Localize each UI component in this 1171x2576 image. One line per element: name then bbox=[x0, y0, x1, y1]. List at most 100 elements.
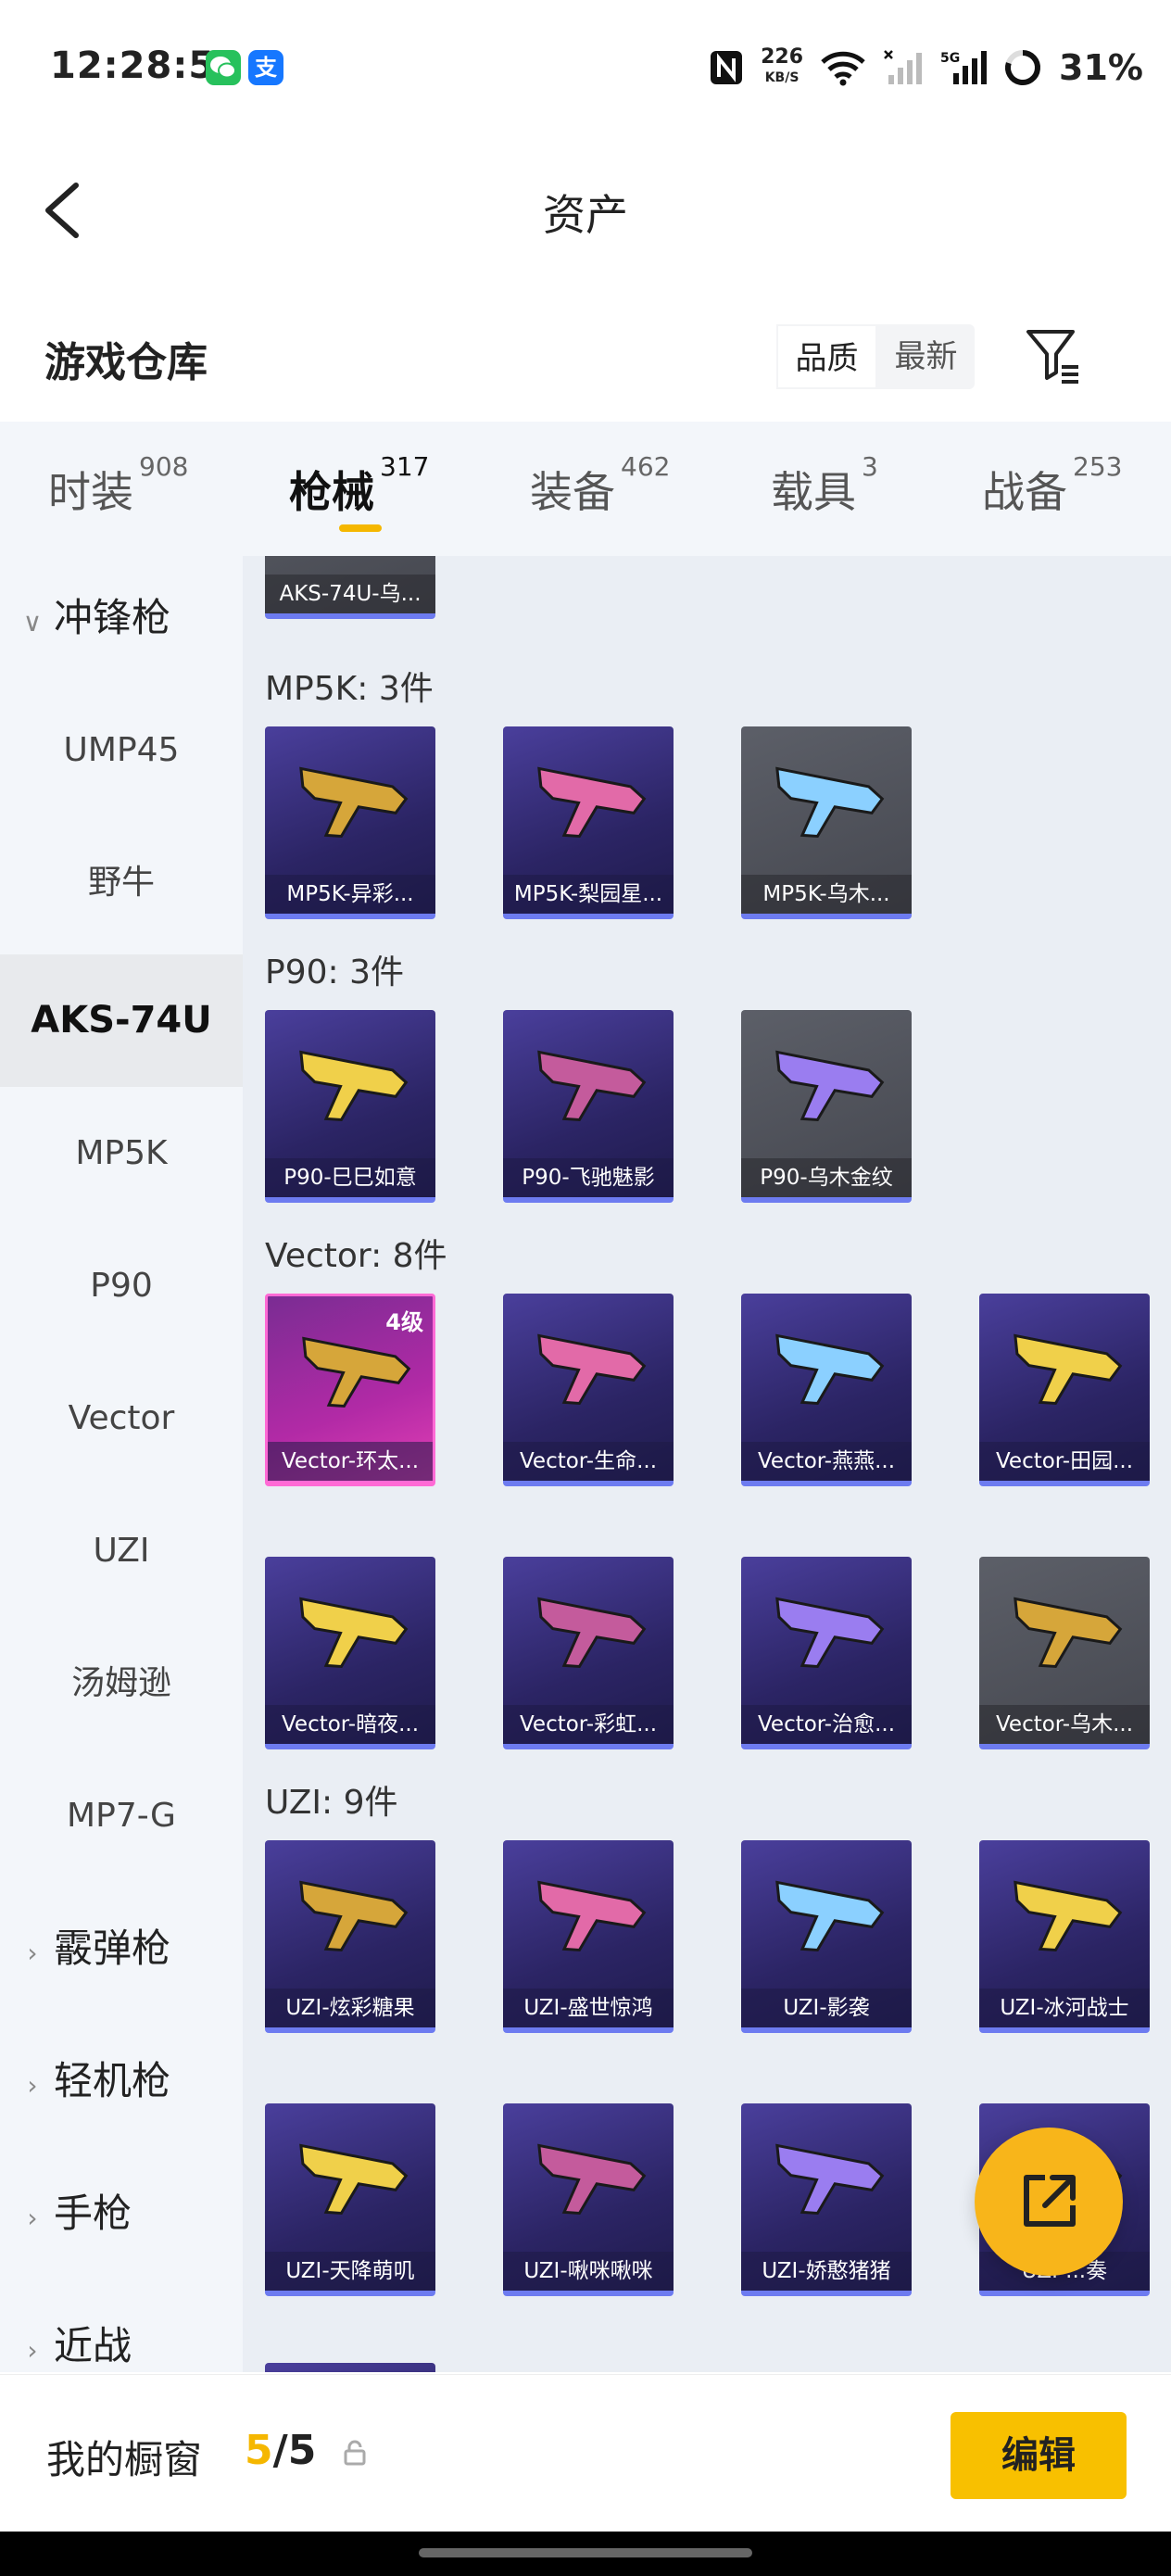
active-tab-indicator bbox=[339, 524, 382, 532]
weapon-card[interactable]: UZI-冰河战士 bbox=[979, 1840, 1150, 2033]
tab-supplies[interactable]: 战备253 bbox=[982, 451, 1122, 520]
weapon-skin-icon bbox=[299, 2143, 409, 2216]
weapon-card-label: UZI-冰河战士 bbox=[979, 1989, 1150, 2027]
network-speed: 226 KB/S bbox=[761, 45, 804, 86]
weapon-skin-icon bbox=[302, 1336, 411, 1408]
weapon-card[interactable]: Vector-燕燕... bbox=[741, 1294, 912, 1486]
weapon-skin-icon bbox=[1014, 1333, 1123, 1406]
weapon-card-label: Vector-环太... bbox=[268, 1442, 433, 1481]
weapon-card-label: MP5K-梨园星... bbox=[503, 875, 674, 914]
weapon-card[interactable]: Vector-乌木... bbox=[979, 1557, 1150, 1749]
weapon-skin-icon bbox=[537, 766, 647, 839]
category-title: UZI: 9件 bbox=[265, 1784, 398, 1822]
status-bar: 12:28:58 支 226 KB/S 5G 31% bbox=[0, 0, 1171, 130]
page-title: 资产 bbox=[543, 190, 628, 240]
sort-quality-button[interactable]: 品质 bbox=[776, 324, 877, 389]
sidebar-group-pistol[interactable]: › 手枪 bbox=[19, 2147, 132, 2279]
tab-fashion[interactable]: 时装908 bbox=[48, 451, 188, 520]
tab-firearms[interactable]: 枪械317 bbox=[289, 451, 429, 520]
tab-vehicles[interactable]: 载具3 bbox=[771, 451, 878, 520]
share-button[interactable] bbox=[975, 2128, 1123, 2276]
weapon-sidebar: ∨ 冲锋枪 UMP45 野牛 AKS-74U MP5K P90 Vector UZ… bbox=[0, 556, 243, 2372]
weapon-card[interactable]: UZI-盛世惊鸿 bbox=[503, 1840, 674, 2033]
sidebar-item-ump45[interactable]: UMP45 bbox=[0, 684, 243, 816]
weapon-card[interactable]: AKS-74U-乌... bbox=[265, 556, 435, 619]
weapon-skin-icon bbox=[537, 1333, 647, 1406]
weapon-card-label: P90-飞驰魅影 bbox=[503, 1158, 674, 1197]
nfc-icon bbox=[711, 51, 743, 84]
weapon-skin-icon bbox=[1014, 1880, 1123, 1952]
weapon-card[interactable]: MP5K-异彩... bbox=[265, 726, 435, 919]
showcase-count: 5/5 bbox=[245, 2427, 317, 2474]
weapon-skin-icon bbox=[775, 1333, 885, 1406]
weapon-card[interactable]: Vector-彩虹... bbox=[503, 1557, 674, 1749]
sort-latest-button[interactable]: 最新 bbox=[877, 324, 975, 389]
weapon-card[interactable]: P90-乌木金纹 bbox=[741, 1010, 912, 1203]
weapon-card-label: P90-巳巳如意 bbox=[265, 1158, 435, 1197]
weapon-card-label: UZI-盛世惊鸿 bbox=[503, 1989, 674, 2027]
weapon-card-label: Vector-彩虹... bbox=[503, 1705, 674, 1744]
filter-icon[interactable] bbox=[1023, 324, 1084, 385]
sidebar-item-bizon[interactable]: 野牛 bbox=[0, 816, 243, 949]
tab-equipment[interactable]: 装备462 bbox=[530, 451, 670, 520]
wechat-icon bbox=[206, 50, 241, 85]
category-tabs: 时装908 枪械317 装备462 载具3 战备253 bbox=[0, 422, 1171, 556]
edit-button[interactable]: 编辑 bbox=[951, 2412, 1127, 2499]
weapon-skin-icon bbox=[537, 1880, 647, 1952]
lock-icon bbox=[344, 2440, 366, 2466]
sidebar-item-uzi[interactable]: UZI bbox=[0, 1484, 243, 1617]
weapon-card[interactable]: Vector-治愈... bbox=[741, 1557, 912, 1749]
sidebar-item-aks74u[interactable]: AKS-74U bbox=[0, 954, 243, 1087]
sidebar-group-lmg[interactable]: › 轻机枪 bbox=[19, 2014, 170, 2147]
level-badge: 4级 bbox=[385, 1309, 423, 1335]
weapon-card[interactable]: UZI-娇憨猪猪 bbox=[741, 2103, 912, 2296]
weapon-skin-icon bbox=[299, 1597, 409, 1669]
weapon-card[interactable]: UZI-炫彩糖果 bbox=[265, 1840, 435, 2033]
app-header: 资产 bbox=[0, 130, 1171, 287]
alipay-icon: 支 bbox=[248, 50, 283, 85]
weapon-card-label: UZI-天降萌叽 bbox=[265, 2252, 435, 2291]
sidebar-item-mp5k[interactable]: MP5K bbox=[0, 1087, 243, 1219]
weapon-card[interactable]: P90-飞驰魅影 bbox=[503, 1010, 674, 1203]
battery-percent: 31% bbox=[1059, 47, 1143, 88]
sidebar-item-mp7g[interactable]: MP7-G bbox=[0, 1749, 243, 1882]
weapon-card[interactable]: UZI-啾咪啾咪 bbox=[503, 2103, 674, 2296]
sidebar-item-thompson[interactable]: 汤姆逊 bbox=[0, 1617, 243, 1749]
weapon-skin-icon bbox=[537, 1050, 647, 1122]
chevron-right-icon: › bbox=[27, 2203, 38, 2233]
weapon-card[interactable] bbox=[265, 2363, 435, 2372]
weapon-skin-icon bbox=[775, 1050, 885, 1122]
weapon-card[interactable]: UZI-天降萌叽 bbox=[265, 2103, 435, 2296]
weapon-card[interactable]: 4级 Vector-环太... bbox=[265, 1294, 435, 1486]
sort-toggle: 品质 最新 bbox=[776, 324, 975, 389]
section-title: 游戏仓库 bbox=[44, 339, 208, 386]
weapon-card-label: Vector-乌木... bbox=[979, 1705, 1150, 1744]
signal-5g-icon: 5G bbox=[940, 51, 988, 84]
battery-ring-icon bbox=[1005, 50, 1041, 85]
sidebar-item-p90[interactable]: P90 bbox=[0, 1219, 243, 1352]
showcase-label: 我的橱窗 bbox=[46, 2437, 203, 2482]
category-title: Vector: 8件 bbox=[265, 1237, 447, 1275]
weapon-card[interactable]: P90-巳巳如意 bbox=[265, 1010, 435, 1203]
category-title: P90: 3件 bbox=[265, 953, 404, 991]
category-title: MP5K: 3件 bbox=[265, 670, 434, 708]
showcase-bar: 我的橱窗 5/5 编辑 bbox=[0, 2374, 1171, 2532]
weapon-card[interactable]: MP5K-乌木... bbox=[741, 726, 912, 919]
chevron-down-icon: ∨ bbox=[22, 607, 43, 638]
home-indicator[interactable] bbox=[419, 2548, 752, 2557]
chevron-right-icon: › bbox=[27, 2070, 38, 2101]
sidebar-group-smg[interactable]: ∨ 冲锋枪 bbox=[19, 551, 170, 684]
sidebar-item-vector[interactable]: Vector bbox=[0, 1352, 243, 1484]
weapon-skin-icon bbox=[775, 1597, 885, 1669]
weapon-card[interactable]: MP5K-梨园星... bbox=[503, 726, 674, 919]
weapon-card-label: Vector-暗夜... bbox=[265, 1705, 435, 1744]
weapon-card[interactable]: Vector-生命... bbox=[503, 1294, 674, 1486]
weapon-card-label: Vector-燕燕... bbox=[741, 1442, 912, 1481]
weapon-skin-icon bbox=[299, 766, 409, 839]
sidebar-group-shotgun[interactable]: › 霰弹枪 bbox=[19, 1882, 170, 2014]
weapon-card[interactable]: Vector-暗夜... bbox=[265, 1557, 435, 1749]
weapon-card-label: P90-乌木金纹 bbox=[741, 1158, 912, 1197]
share-external-icon bbox=[1024, 2175, 1076, 2227]
weapon-card[interactable]: UZI-影袭 bbox=[741, 1840, 912, 2033]
weapon-card[interactable]: Vector-田园... bbox=[979, 1294, 1150, 1486]
